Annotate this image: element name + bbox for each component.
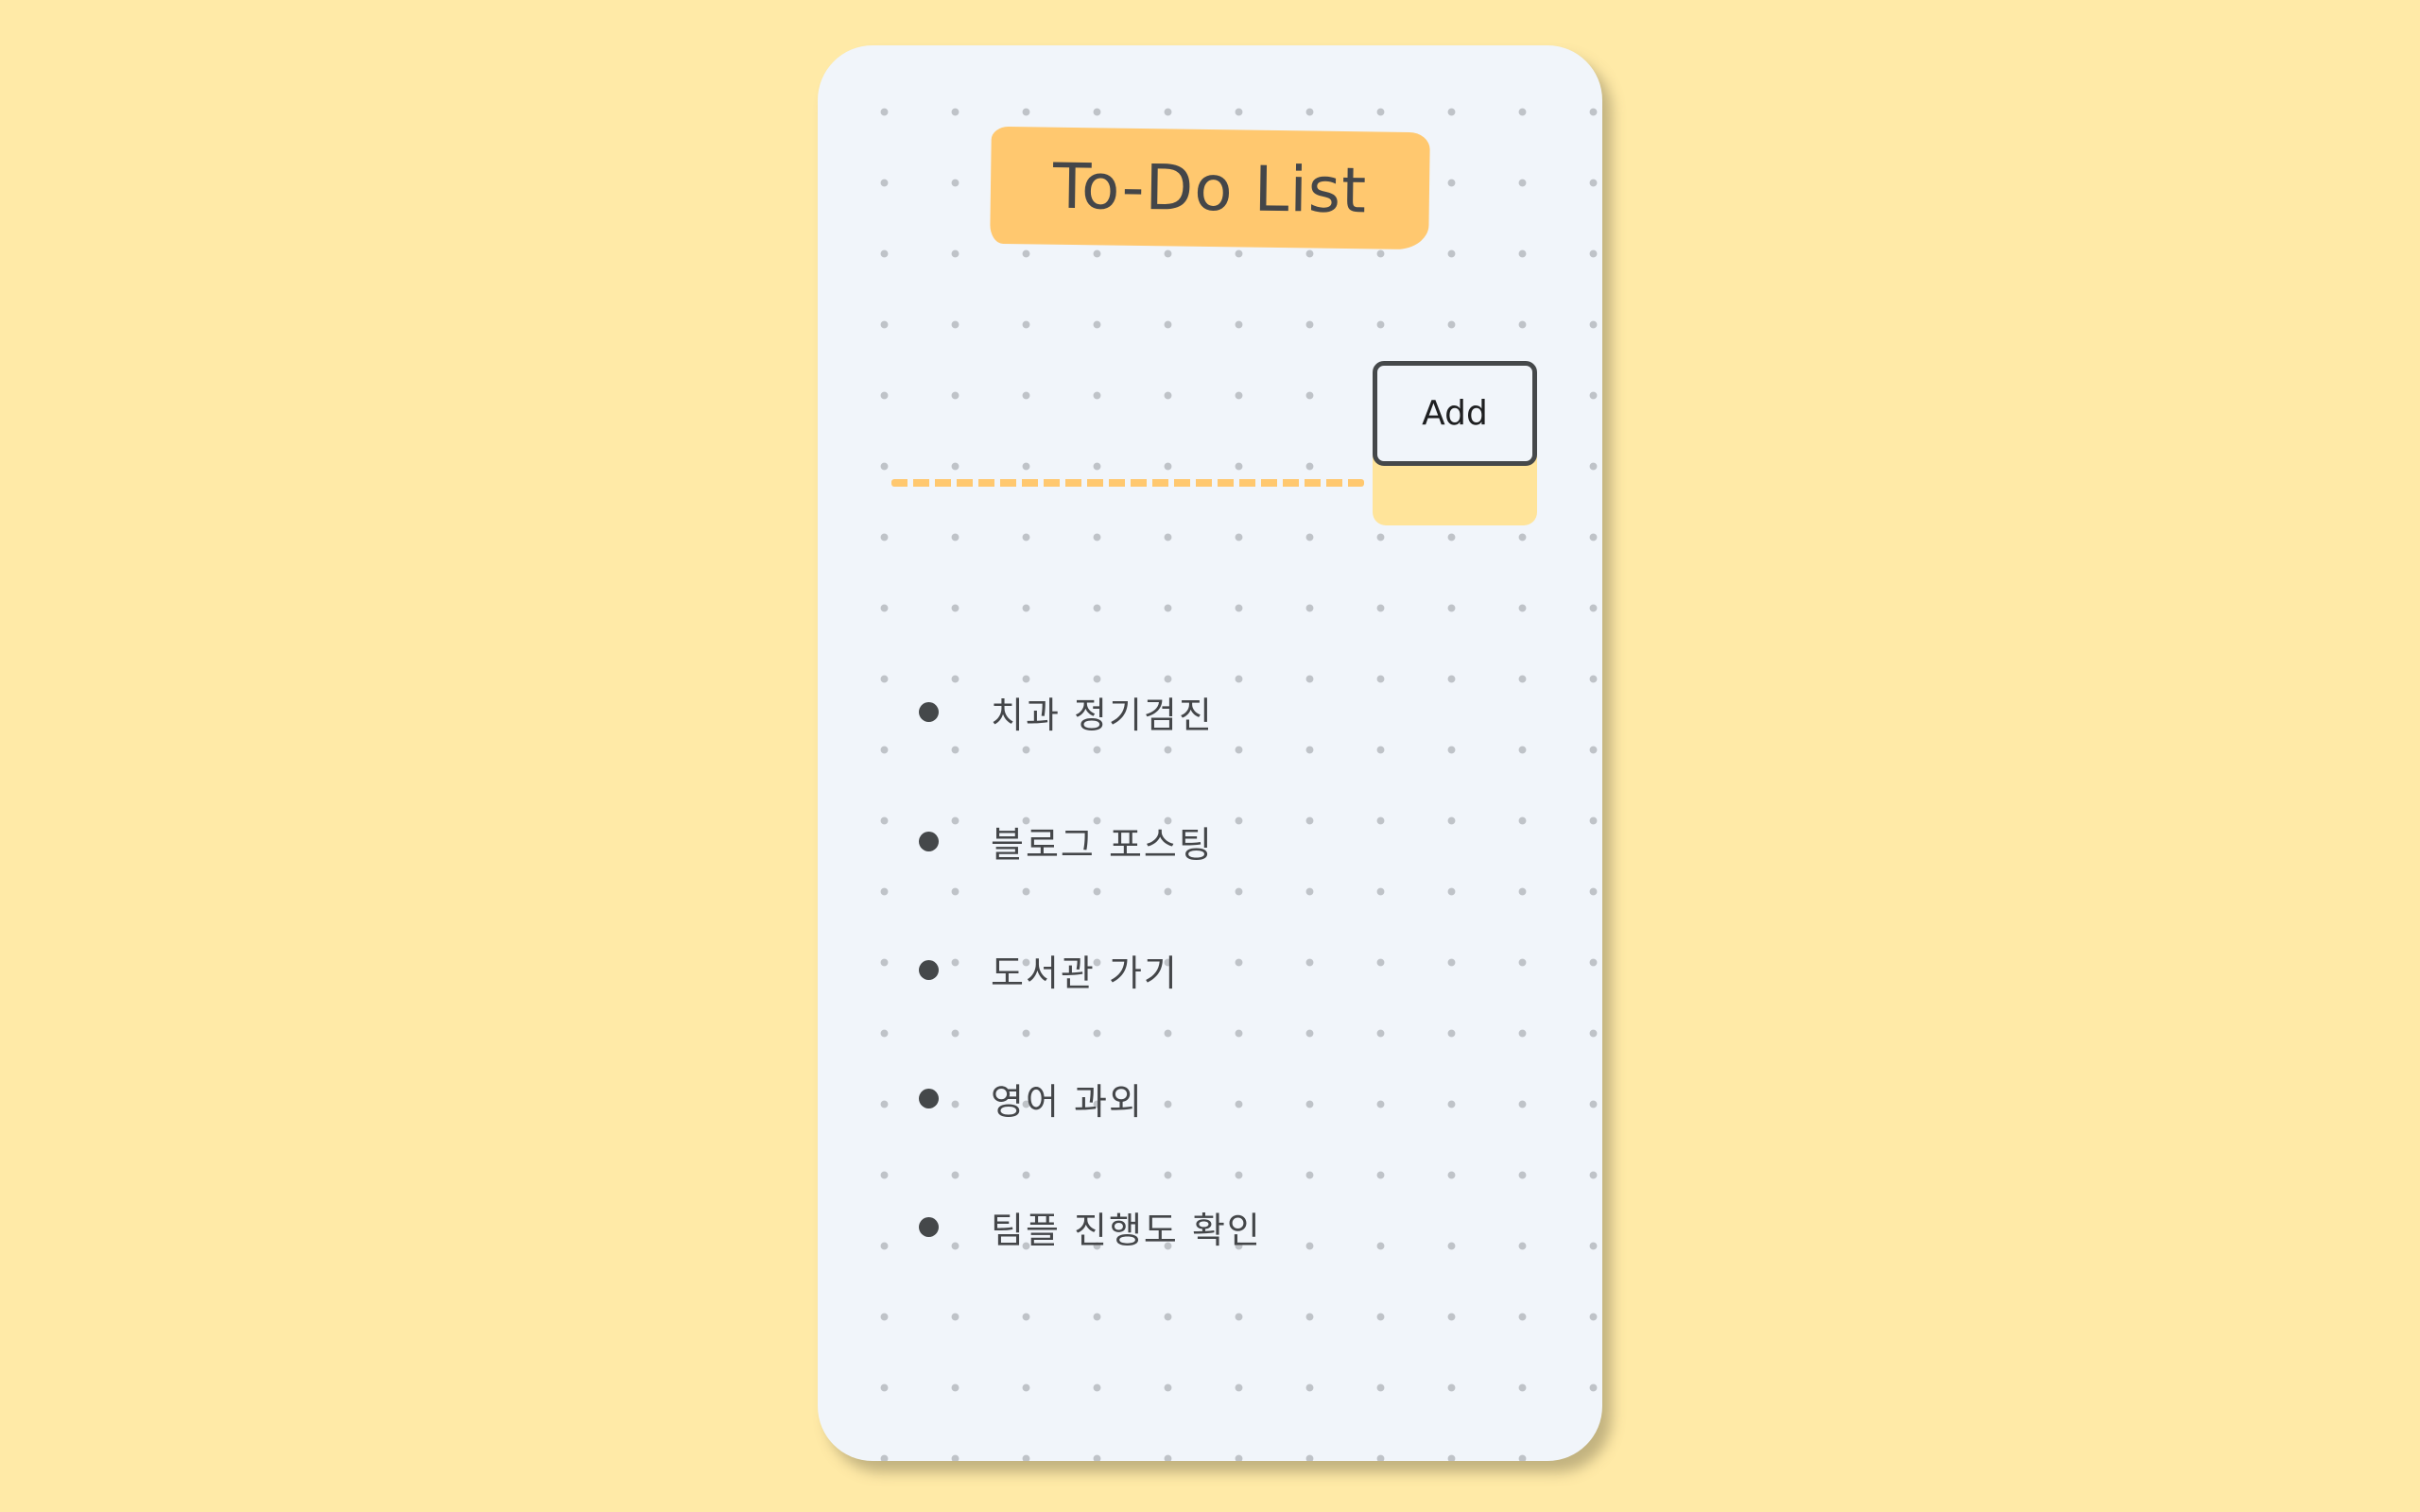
todo-item[interactable]: 팀플 진행도 확인: [919, 1198, 1262, 1255]
todo-item-text: 영어 과외: [991, 1080, 1144, 1123]
todo-item[interactable]: 블로그 포스팅: [919, 813, 1214, 869]
todo-item-text: 도서관 가기: [991, 952, 1179, 994]
bullet-icon: [919, 1088, 939, 1108]
todo-list: 치과 정기검진 블로그 포스팅 도서관 가기 영어 과외 팀플 진행도 확인: [818, 45, 1602, 1461]
todo-item[interactable]: 치과 정기검진: [919, 683, 1214, 740]
app-background: To-Do List Add 치과 정기검진 블로그 포스팅 도서관 가기 영어…: [0, 0, 2420, 1512]
bullet-icon: [919, 1216, 939, 1237]
todo-card: To-Do List Add 치과 정기검진 블로그 포스팅 도서관 가기 영어…: [818, 45, 1602, 1461]
todo-item[interactable]: 도서관 가기: [919, 941, 1179, 998]
todo-item-text: 블로그 포스팅: [991, 823, 1214, 866]
bullet-icon: [919, 701, 939, 722]
todo-item[interactable]: 영어 과외: [919, 1070, 1144, 1126]
bullet-icon: [919, 831, 939, 851]
bullet-icon: [919, 959, 939, 980]
todo-item-text: 치과 정기검진: [991, 694, 1214, 736]
todo-item-text: 팀플 진행도 확인: [991, 1209, 1262, 1251]
